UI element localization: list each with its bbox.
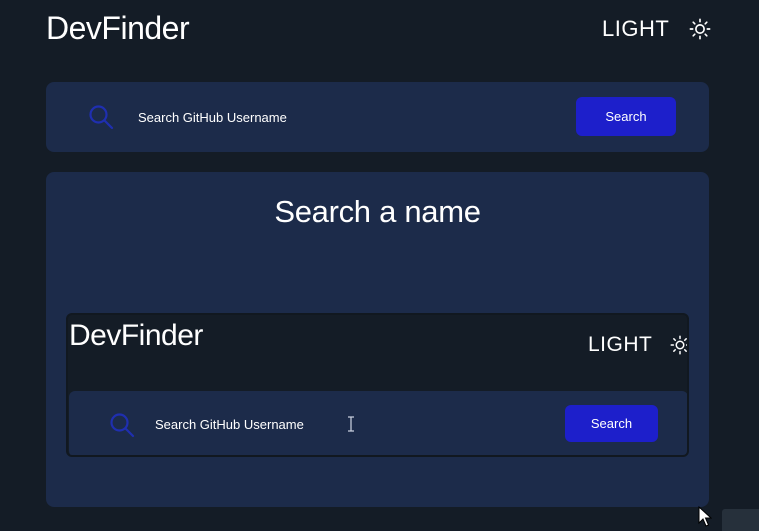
preview-theme-toggle[interactable]: LIGHT — [588, 333, 687, 357]
search-input[interactable] — [138, 104, 438, 130]
app-title: DevFinder — [46, 10, 190, 46]
corner-tab — [722, 509, 759, 531]
preview-search-button[interactable]: Search — [565, 405, 658, 442]
theme-toggle-label: LIGHT — [602, 16, 670, 41]
result-card: Search a name DevFinder LIGHT Search Git… — [46, 172, 709, 507]
sun-icon — [670, 335, 687, 355]
mouse-pointer-icon — [698, 506, 712, 527]
search-bar: Search — [46, 82, 709, 152]
preview-theme-label: LIGHT — [588, 333, 653, 356]
preview-search-bar: Search — [69, 391, 687, 455]
search-icon — [110, 413, 135, 438]
preview-search-input[interactable] — [155, 411, 355, 437]
sun-icon — [689, 18, 711, 40]
search-button[interactable]: Search — [576, 97, 676, 136]
result-heading: Search a name — [274, 194, 481, 229]
search-icon — [89, 105, 114, 130]
theme-toggle[interactable]: LIGHT — [602, 16, 711, 42]
text-cursor-icon — [348, 416, 354, 432]
preview-title: DevFinder — [69, 319, 203, 352]
embedded-preview: DevFinder LIGHT Search GitHub Username S… — [66, 313, 689, 457]
